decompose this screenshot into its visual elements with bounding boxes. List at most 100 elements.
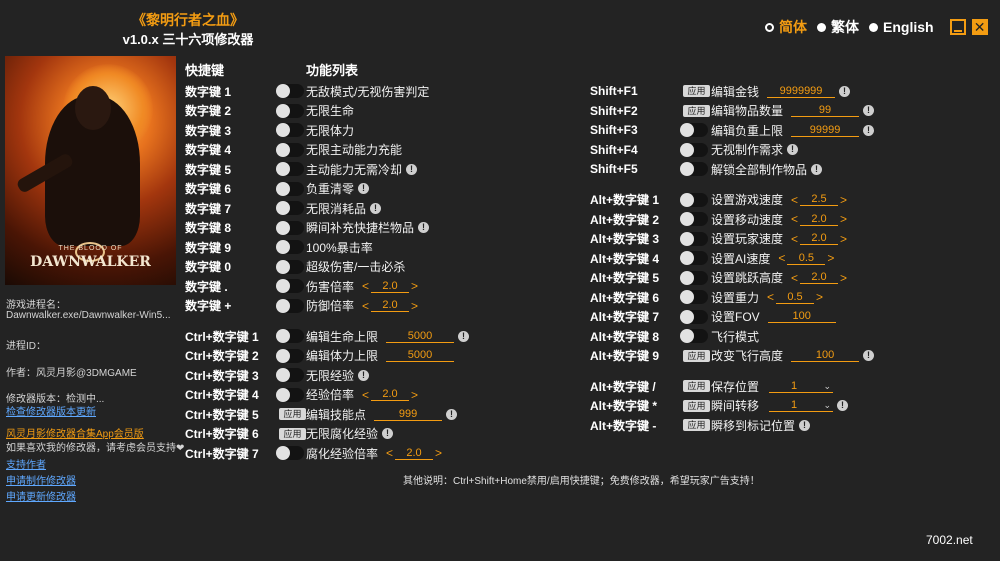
value-stepper: <2.0 > — [789, 212, 849, 226]
toggle-switch[interactable] — [680, 192, 708, 207]
function-label: 保存位置 — [711, 379, 760, 394]
toggle-switch[interactable] — [680, 309, 708, 324]
decrease-arrow-icon[interactable]: < — [776, 251, 787, 265]
increase-arrow-icon[interactable]: > — [838, 232, 849, 246]
minimize-button[interactable] — [949, 19, 966, 35]
value-input[interactable]: 9999999 — [767, 85, 836, 98]
hotkey-label: Alt+数字键 - — [590, 418, 657, 433]
close-button[interactable]: ✕ — [971, 19, 988, 35]
info-icon[interactable]: ! — [863, 350, 875, 361]
decrease-arrow-icon[interactable]: < — [789, 212, 800, 226]
hotkey-label: Shift+F3 — [590, 123, 638, 137]
cheat-row: Ctrl+数字键 7 腐化经验倍率 <2.0 > — [0, 444, 1000, 462]
cheat-row: Alt+数字键 6 设置重力 <0.5 > — [0, 288, 1000, 306]
slot-dropdown[interactable]: 1 ⌄ — [769, 399, 834, 412]
function-item: 无视制作需求! — [711, 141, 799, 158]
decrease-arrow-icon[interactable]: < — [789, 271, 800, 285]
cheat-row: Alt+数字键 7 设置FOV 100 — [0, 308, 1000, 326]
apply-button[interactable]: 应用 — [683, 419, 710, 431]
toggle-switch[interactable] — [680, 123, 708, 137]
increase-arrow-icon[interactable]: > — [825, 251, 836, 265]
increase-arrow-icon[interactable]: > — [433, 446, 444, 460]
lang-label: English — [883, 19, 934, 35]
request-update-link[interactable]: 申请更新修改器 — [6, 488, 76, 503]
hotkey-label: Alt+数字键 / — [590, 379, 656, 394]
app-title: 《黎明行者之血》 — [132, 12, 244, 28]
apply-button[interactable]: 应用 — [683, 104, 710, 117]
toggle-switch[interactable] — [680, 329, 708, 343]
info-icon[interactable]: ! — [811, 163, 823, 175]
apply-button[interactable]: 应用 — [683, 399, 710, 412]
stepper-value[interactable]: 2.0 — [800, 271, 839, 284]
function-item: 保存位置 1 ⌄ — [711, 378, 834, 395]
request-trainer-link[interactable]: 申请制作修改器 — [6, 472, 76, 487]
lang-english[interactable]: English — [869, 19, 934, 35]
radio-icon — [765, 22, 774, 32]
stepper-value[interactable]: 2.0 — [800, 232, 839, 245]
function-item: 编辑物品数量 99! — [711, 102, 875, 119]
toggle-switch[interactable] — [680, 162, 708, 176]
hotkey-label: Alt+数字键 * — [590, 399, 658, 413]
info-icon[interactable]: ! — [837, 400, 849, 411]
toggle-switch[interactable] — [680, 142, 708, 157]
toggle-switch[interactable] — [680, 270, 708, 285]
toggle-switch[interactable] — [680, 251, 708, 265]
function-item: 飞行模式 — [711, 328, 759, 345]
stepper-value[interactable]: 2.0 — [395, 447, 434, 460]
apply-button[interactable]: 应用 — [683, 380, 710, 392]
hotkey-label: Ctrl+数字键 7 — [185, 446, 259, 461]
value-input[interactable]: 100 — [791, 349, 860, 362]
hotkey-label: Alt+数字键 4 — [590, 251, 660, 266]
watermark: 7002.net — [926, 533, 973, 547]
increase-arrow-icon[interactable]: > — [838, 271, 849, 285]
stepper-value[interactable]: 0.5 — [787, 252, 826, 265]
info-icon[interactable]: ! — [839, 85, 851, 97]
function-item: 设置移动速度 <2.0 > — [711, 211, 849, 228]
info-icon[interactable]: ! — [863, 105, 875, 116]
lang-traditional[interactable]: 繁体 — [817, 17, 859, 37]
decrease-arrow-icon[interactable]: < — [384, 446, 395, 460]
stepper-value[interactable]: 0.5 — [776, 291, 815, 304]
value-input[interactable]: 99 — [791, 104, 860, 117]
lang-simplified[interactable]: 简体 — [765, 17, 807, 37]
hotkey-label: Shift+F1 — [590, 84, 638, 98]
cheat-row: Alt+数字键 8 飞行模式 — [0, 327, 1000, 345]
function-item: 改变飞行高度 100! — [711, 347, 875, 364]
hotkey-label: Alt+数字键 2 — [590, 212, 660, 227]
cheat-row: Alt+数字键 1 设置游戏速度 <2.5 > — [0, 191, 1000, 209]
toggle-switch[interactable] — [680, 231, 708, 246]
function-label: 编辑金钱 — [711, 84, 760, 99]
toggle-switch[interactable] — [680, 290, 708, 304]
apply-button[interactable]: 应用 — [683, 85, 710, 97]
hotkey-label: Alt+数字键 5 — [590, 271, 660, 285]
decrease-arrow-icon[interactable]: < — [789, 193, 800, 207]
toggle-switch[interactable] — [276, 446, 304, 460]
function-label: 设置移动速度 — [711, 212, 784, 227]
toggle-switch[interactable] — [680, 212, 708, 226]
increase-arrow-icon[interactable]: > — [814, 290, 825, 304]
cheat-row: Shift+F3 编辑负重上限 99999! — [0, 121, 1000, 139]
hotkey-label: Shift+F5 — [590, 162, 638, 176]
language-bar: 简体 繁体 English ✕ — [765, 17, 988, 37]
increase-arrow-icon[interactable]: > — [838, 193, 849, 207]
slot-dropdown[interactable]: 1 ⌄ — [769, 380, 834, 393]
decrease-arrow-icon[interactable]: < — [765, 290, 776, 304]
value-stepper: <2.0 > — [789, 232, 849, 246]
hotkey-label: Alt+数字键 9 — [590, 349, 660, 363]
hotkey-label: Alt+数字键 3 — [590, 232, 660, 246]
info-icon[interactable]: ! — [787, 144, 799, 155]
info-icon[interactable]: ! — [799, 419, 811, 431]
increase-arrow-icon[interactable]: > — [838, 212, 849, 226]
value-input[interactable]: 100 — [767, 310, 836, 323]
apply-button[interactable]: 应用 — [683, 349, 710, 362]
stepper-value[interactable]: 2.5 — [800, 193, 839, 206]
app-subtitle: v1.0.x 三十六项修改器 — [122, 32, 254, 47]
hotkey-label: Alt+数字键 1 — [590, 193, 660, 207]
function-item: 瞬移到标记位置! — [711, 417, 811, 434]
info-icon[interactable]: ! — [863, 124, 875, 136]
decrease-arrow-icon[interactable]: < — [789, 232, 800, 246]
value-input[interactable]: 99999 — [791, 124, 860, 137]
function-label: 解锁全部制作物品 — [711, 162, 808, 177]
function-label: 飞行模式 — [711, 329, 760, 344]
stepper-value[interactable]: 2.0 — [800, 213, 839, 226]
